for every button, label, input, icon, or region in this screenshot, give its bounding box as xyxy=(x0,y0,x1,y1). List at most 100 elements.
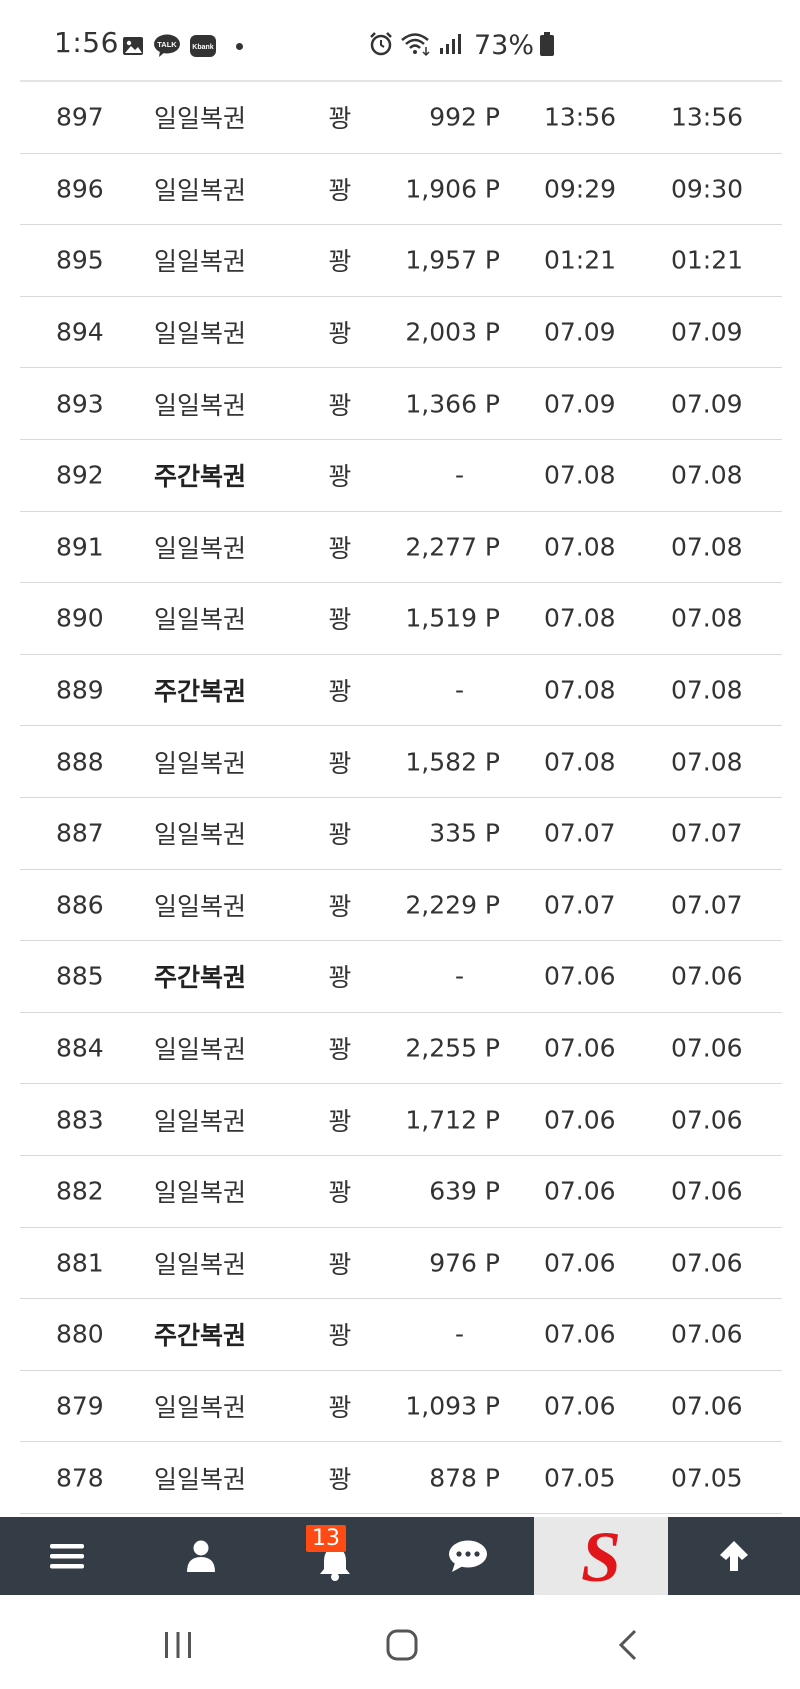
points-value: 992 P xyxy=(429,102,500,132)
table-row[interactable]: 896 일일복권 꽝 1,906 P 09:29 09:30 xyxy=(20,154,782,226)
more-dot-icon xyxy=(236,42,243,50)
lottery-type: 주간복권 xyxy=(154,1321,247,1351)
end-time: 07.06 xyxy=(671,1105,743,1135)
result-label: 꽝 xyxy=(328,390,352,420)
start-time: 07.08 xyxy=(544,675,616,705)
wifi-icon xyxy=(400,31,432,61)
points-value: 1,906 P xyxy=(405,174,500,204)
table-row[interactable]: 886 일일복권 꽝 2,229 P 07.07 07.07 xyxy=(20,870,782,942)
result-label: 꽝 xyxy=(328,533,352,563)
row-number: 882 xyxy=(56,1176,104,1206)
points-value: 2,003 P xyxy=(405,317,500,347)
kbank-label: Kbank xyxy=(192,44,214,51)
lottery-type: 일일복권 xyxy=(154,175,247,205)
table-row[interactable]: 897 일일복권 꽝 992 P 13:56 13:56 xyxy=(20,82,782,154)
result-label: 꽝 xyxy=(328,605,352,635)
back-icon xyxy=(618,1629,637,1661)
points-value: 1,582 P xyxy=(405,747,500,777)
end-time: 07.06 xyxy=(671,1176,743,1206)
row-number: 885 xyxy=(56,961,104,991)
points-value: - xyxy=(454,1319,464,1349)
row-number: 892 xyxy=(56,460,104,490)
lottery-type: 일일복권 xyxy=(154,319,247,349)
lottery-type: 일일복권 xyxy=(154,247,247,277)
table-row[interactable]: 881 일일복권 꽝 976 P 07.06 07.06 xyxy=(20,1228,782,1300)
start-time: 07.07 xyxy=(544,818,616,848)
row-number: 878 xyxy=(56,1463,104,1493)
table-row[interactable]: 878 일일복권 꽝 878 P 07.05 07.05 xyxy=(20,1442,782,1514)
end-time: 07.08 xyxy=(671,532,743,562)
recent-apps-icon xyxy=(165,1632,191,1658)
end-time: 09:30 xyxy=(671,174,744,204)
lottery-type: 일일복권 xyxy=(154,748,247,778)
table-row[interactable]: 888 일일복권 꽝 1,582 P 07.08 07.08 xyxy=(20,726,782,798)
lottery-type: 일일복권 xyxy=(154,1464,247,1494)
table-row[interactable]: 883 일일복권 꽝 1,712 P 07.06 07.06 xyxy=(20,1084,782,1156)
end-time: 07.05 xyxy=(671,1463,743,1493)
kakaotalk-label: TALK xyxy=(157,40,177,49)
table-row[interactable]: 893 일일복권 꽝 1,366 P 07.09 07.09 xyxy=(20,368,782,440)
points-value: - xyxy=(454,675,464,705)
end-time: 07.06 xyxy=(671,961,743,991)
chat-icon xyxy=(449,1540,487,1572)
status-time: 1:56 xyxy=(54,26,119,59)
result-label: 꽝 xyxy=(328,175,352,205)
end-time: 07.09 xyxy=(671,389,743,419)
points-value: - xyxy=(454,961,464,991)
row-number: 893 xyxy=(56,389,104,419)
start-time: 07.06 xyxy=(544,1176,616,1206)
end-time: 01:21 xyxy=(671,245,744,275)
points-value: - xyxy=(454,460,464,490)
end-time: 07.06 xyxy=(671,1033,743,1063)
lottery-type: 일일복권 xyxy=(154,1106,247,1136)
start-time: 01:21 xyxy=(544,245,617,275)
start-time: 07.06 xyxy=(544,1105,616,1135)
table-row[interactable]: 880 주간복권 꽝 - 07.06 07.06 xyxy=(20,1299,782,1371)
table-row[interactable]: 885 주간복권 꽝 - 07.06 07.06 xyxy=(20,941,782,1013)
table-row[interactable]: 890 일일복권 꽝 1,519 P 07.08 07.08 xyxy=(20,583,782,655)
start-time: 07.08 xyxy=(544,460,616,490)
table-row[interactable]: 887 일일복권 꽝 335 P 07.07 07.07 xyxy=(20,798,782,870)
table-row[interactable]: 882 일일복권 꽝 639 P 07.06 07.06 xyxy=(20,1156,782,1228)
recent-apps-button[interactable] xyxy=(158,1625,198,1665)
table-row[interactable]: 892 주간복권 꽝 - 07.08 07.08 xyxy=(20,440,782,512)
end-time: 07.07 xyxy=(671,890,743,920)
kakaotalk-icon: TALK xyxy=(152,34,182,58)
result-label: 꽝 xyxy=(328,1178,352,1208)
profile-button[interactable] xyxy=(134,1517,268,1595)
row-number: 890 xyxy=(56,603,104,633)
table-row[interactable]: 879 일일복권 꽝 1,093 P 07.06 07.06 xyxy=(20,1371,782,1443)
result-label: 꽝 xyxy=(328,748,352,778)
row-number: 891 xyxy=(56,532,104,562)
back-button[interactable] xyxy=(608,1625,648,1665)
points-value: 2,277 P xyxy=(405,532,500,562)
table-row[interactable]: 895 일일복권 꽝 1,957 P 01:21 01:21 xyxy=(20,225,782,297)
points-value: 2,229 P xyxy=(405,890,500,920)
table-row[interactable]: 884 일일복권 꽝 2,255 P 07.06 07.06 xyxy=(20,1013,782,1085)
end-time: 07.08 xyxy=(671,675,743,705)
menu-icon xyxy=(50,1544,84,1569)
table-row[interactable]: 891 일일복권 꽝 2,277 P 07.08 07.08 xyxy=(20,512,782,584)
end-time: 07.08 xyxy=(671,460,743,490)
system-nav-bar xyxy=(0,1595,800,1689)
site-logo-button[interactable]: S xyxy=(534,1517,668,1595)
row-number: 884 xyxy=(56,1033,104,1063)
lottery-history-table: 897 일일복권 꽝 992 P 13:56 13:56 896 일일복권 꽝 1,906 P 09… xyxy=(20,80,782,1514)
points-value: 976 P xyxy=(429,1248,500,1278)
scroll-top-button[interactable] xyxy=(668,1517,800,1595)
table-row[interactable]: 894 일일복권 꽝 2,003 P 07.09 07.09 xyxy=(20,297,782,369)
result-label: 꽝 xyxy=(328,1464,352,1494)
row-number: 897 xyxy=(56,102,104,132)
result-label: 꽝 xyxy=(328,820,352,850)
lottery-type: 주간복권 xyxy=(154,963,247,993)
result-label: 꽝 xyxy=(328,1035,352,1065)
home-button[interactable] xyxy=(382,1625,422,1665)
table-row[interactable]: 889 주간복권 꽝 - 07.08 07.08 xyxy=(20,655,782,727)
start-time: 07.09 xyxy=(544,389,616,419)
menu-button[interactable] xyxy=(0,1517,134,1595)
result-label: 꽝 xyxy=(328,963,352,993)
chat-button[interactable] xyxy=(402,1517,534,1595)
end-time: 07.06 xyxy=(671,1248,743,1278)
system-status: 73% xyxy=(368,30,555,61)
points-value: 1,519 P xyxy=(405,603,500,633)
